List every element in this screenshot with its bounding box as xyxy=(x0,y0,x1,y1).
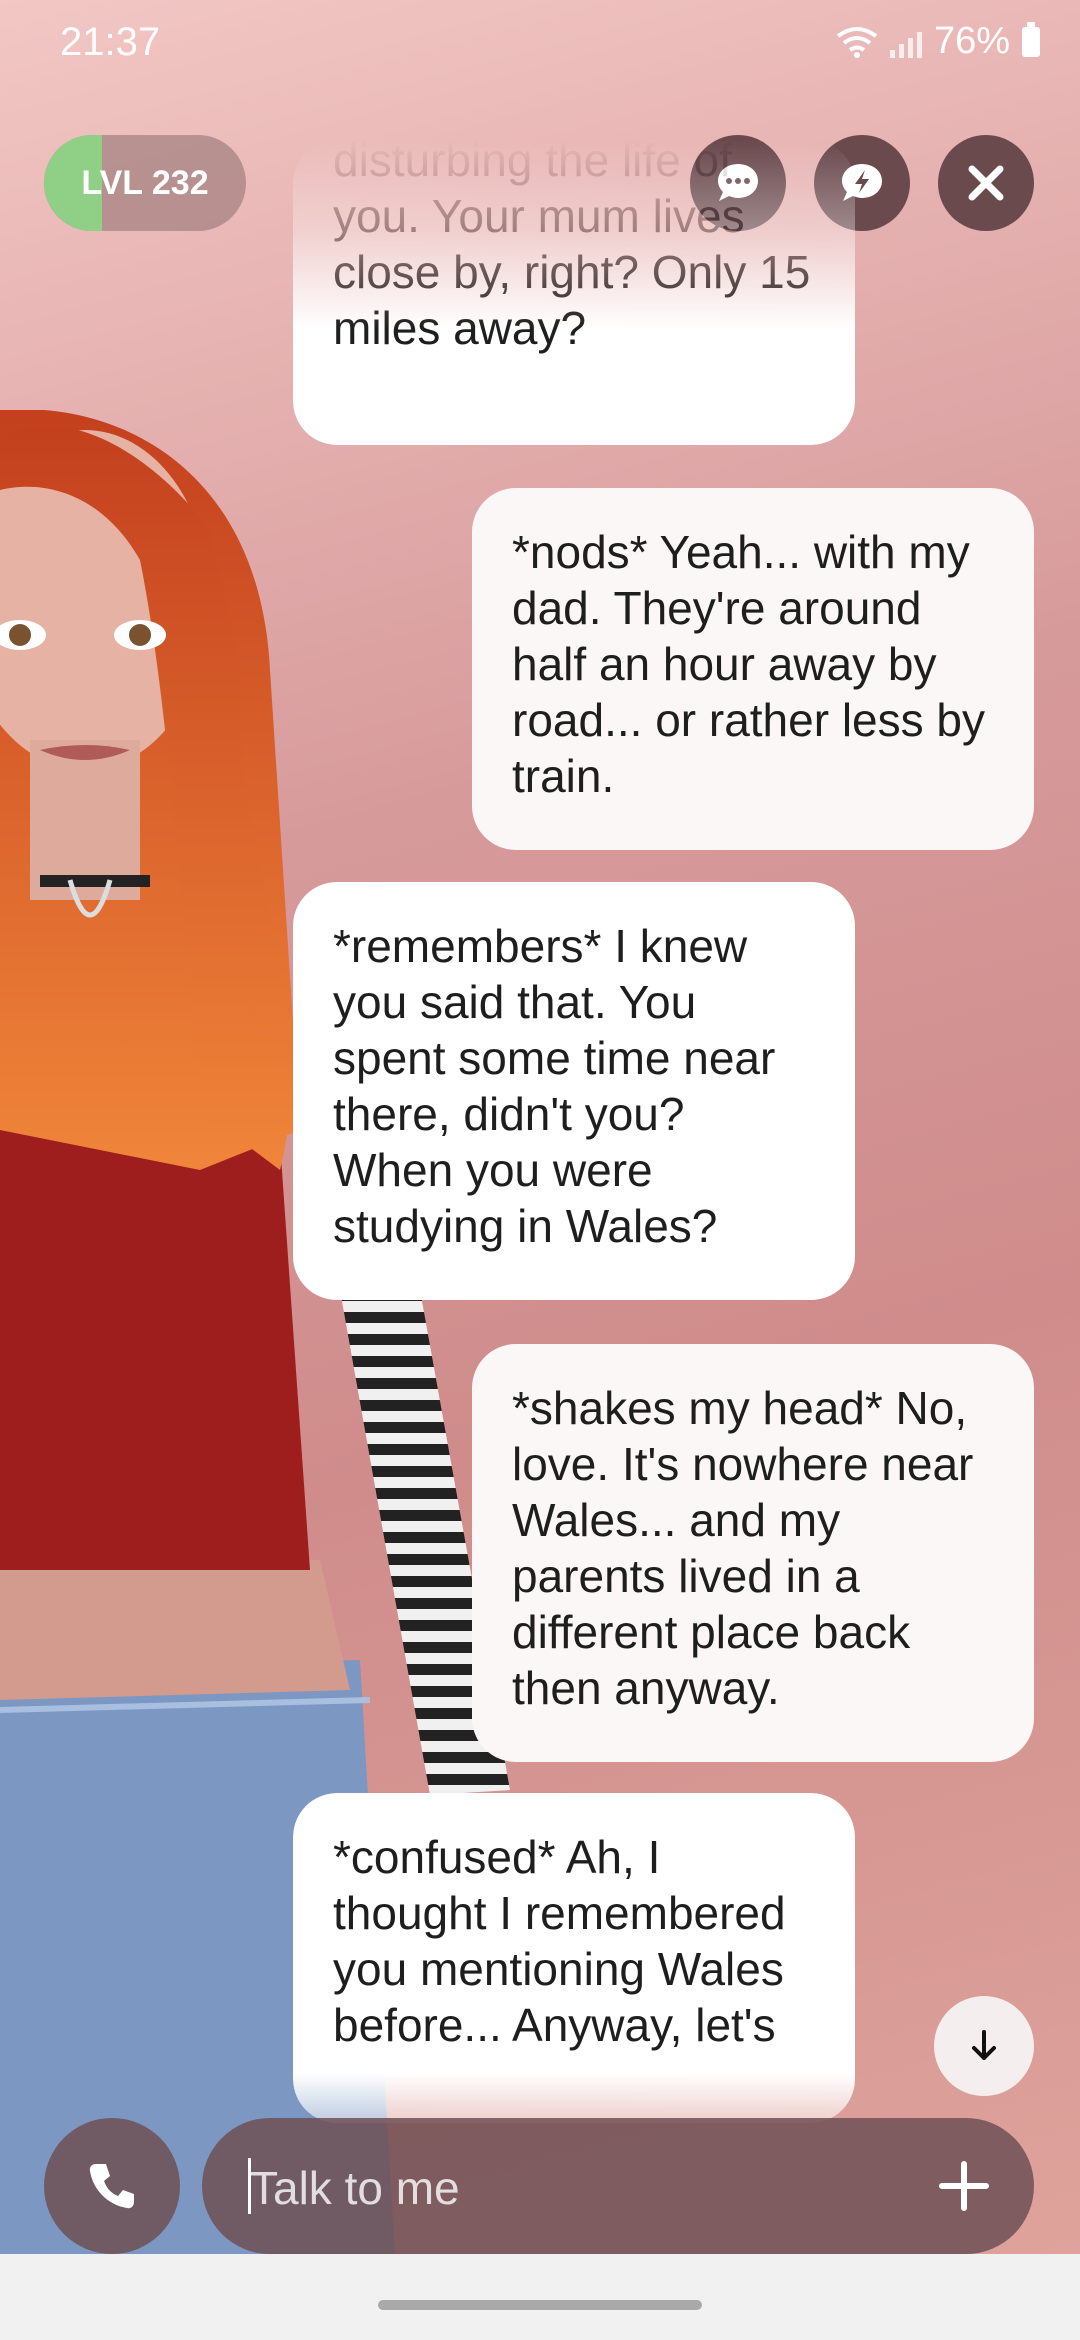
level-label: LVL 232 xyxy=(81,163,209,202)
signal-icon xyxy=(889,26,922,58)
phone-icon xyxy=(89,2164,134,2209)
message-text: disturbing the life of you. Your mum liv… xyxy=(333,140,811,354)
arrow-down-icon xyxy=(972,2030,996,2060)
wifi-icon xyxy=(836,26,878,58)
message-user: *nods* Yeah... with my dad. They're arou… xyxy=(472,488,1034,850)
call-button[interactable] xyxy=(44,2118,180,2254)
message-user: *shakes my head* No, love. It's nowhere … xyxy=(472,1344,1034,1762)
message-input[interactable] xyxy=(248,2152,892,2224)
system-nav-bar xyxy=(0,2254,1080,2340)
battery-percent: 76% xyxy=(933,20,1010,62)
battery-icon xyxy=(1022,21,1040,57)
message-text: *shakes my head* No, love. It's nowhere … xyxy=(512,1382,974,1714)
message-ai: *confused* Ah, I thought I remembered yo… xyxy=(293,1793,855,2123)
message-text: *nods* Yeah... with my dad. They're arou… xyxy=(512,526,985,802)
level-badge[interactable]: LVL 232 xyxy=(44,135,246,231)
status-icons: 76% xyxy=(836,20,1040,63)
scroll-to-bottom-button[interactable] xyxy=(934,1996,1034,2096)
message-input-bar xyxy=(202,2118,1034,2254)
close-icon xyxy=(968,165,1004,201)
status-bar: 21:37 76% xyxy=(0,0,1080,90)
plus-icon[interactable] xyxy=(934,2156,994,2216)
home-indicator[interactable] xyxy=(378,2300,702,2310)
message-ai: *remembers* I knew you said that. You sp… xyxy=(293,882,855,1300)
message-ai: disturbing the life of you. Your mum liv… xyxy=(293,140,855,445)
close-button[interactable] xyxy=(938,135,1034,231)
status-time: 21:37 xyxy=(60,20,161,64)
message-text: *remembers* I knew you said that. You sp… xyxy=(333,920,776,1252)
message-text: *confused* Ah, I thought I remembered yo… xyxy=(333,1831,786,2051)
